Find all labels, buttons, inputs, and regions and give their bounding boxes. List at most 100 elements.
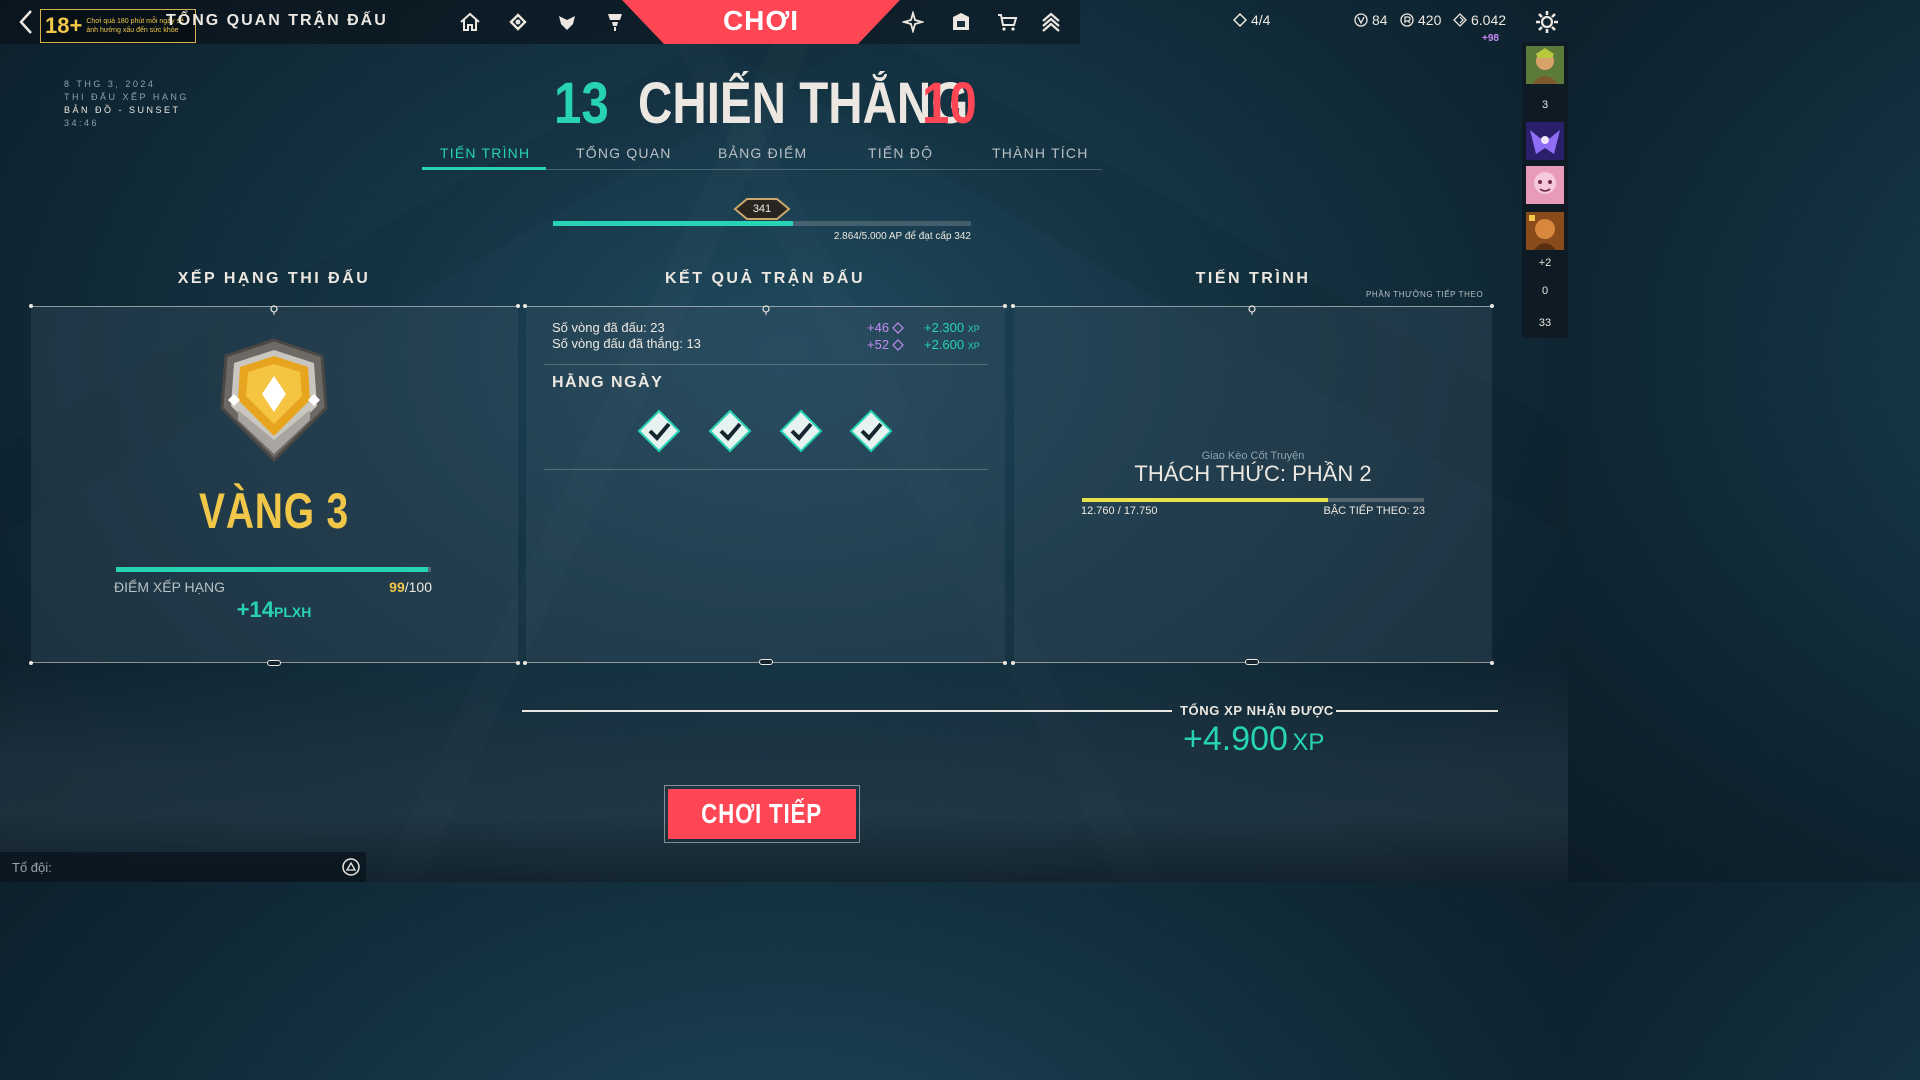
panel-corner-dot (29, 304, 33, 308)
tab-scoreboard[interactable]: BẢNG ĐIỂM (718, 145, 807, 161)
panel-handle (1245, 659, 1259, 665)
match-result: CHIẾN THẮNG (638, 71, 969, 136)
panel-corner-dot (1490, 661, 1494, 665)
rank-rating-gain-value: +14 (236, 597, 274, 622)
active-tab-underline (422, 167, 546, 170)
account-level-badge: 341 (733, 197, 791, 221)
party-count-1: 3 (1541, 99, 1549, 111)
radianite: 420 (1400, 12, 1441, 28)
party-avatar-1[interactable] (1526, 46, 1564, 84)
rank-tier: VÀNG 3 (199, 483, 349, 539)
daily-check-icon (637, 409, 681, 453)
panel-corner-dot (29, 661, 33, 665)
locker-icon[interactable] (950, 11, 972, 33)
daily-check-icon (779, 409, 823, 453)
party-avatar-3[interactable] (1526, 166, 1564, 204)
radianite-value: 420 (1418, 12, 1442, 28)
rank-rating-current: 99 (389, 579, 405, 595)
rounds-won-rp: +52 (867, 337, 904, 352)
account-level: 341 (752, 203, 772, 215)
party-more-count: +2 (1538, 257, 1552, 269)
divider (544, 469, 988, 470)
party-chat (0, 852, 366, 882)
chat-channel-icon[interactable] (341, 857, 361, 877)
party-chat-input[interactable] (0, 852, 336, 882)
party-avatar-2[interactable] (1526, 122, 1564, 160)
store-icon[interactable] (996, 11, 1018, 33)
battlepass-icon[interactable] (902, 11, 924, 33)
rank-rating-max: /100 (404, 579, 432, 595)
panel-corner-dot (1011, 661, 1015, 665)
bonus-points: +98 (1482, 33, 1499, 44)
panel-corner-dot (523, 661, 527, 665)
party-count-3: 33 (1538, 317, 1552, 329)
daily-check-icon (708, 409, 752, 453)
total-xp-rule (522, 710, 1172, 712)
total-xp-rule (1336, 710, 1498, 712)
rounds-played-xp-unit: XP (967, 324, 980, 334)
panel-corner-dot (523, 304, 527, 308)
next-tier: BẬC TIẾP THEO: 23 (1323, 505, 1426, 517)
rounds-won-xp-value: +2.600 (924, 337, 965, 352)
contract-name: THÁCH THỨC: PHẦN 2 (1134, 461, 1372, 486)
valorant-points-icon (1354, 13, 1368, 27)
play-label: CHƠI (722, 5, 800, 36)
tab-achievements[interactable]: THÀNH TÍCH (992, 145, 1089, 161)
rank-icon[interactable] (1040, 11, 1062, 33)
rank-rating-label: ĐIỂM XẾP HẠNG (114, 579, 225, 595)
top-bar: 18+ Chơi quá 180 phút mỗi ngày sẽ ảnh hư… (0, 0, 1568, 44)
rank-rating-bar (116, 567, 431, 572)
kingdom-points-icon (1453, 13, 1467, 27)
match-date: 8 THG 3, 2024 (64, 79, 156, 89)
rounds-played-rp-value: +46 (867, 320, 890, 335)
kingdom-credits: 4/4 (1233, 12, 1270, 28)
rank-rating-gain: +14PLXH (0, 597, 548, 623)
pin-icon (762, 305, 770, 315)
career-icon[interactable] (507, 11, 529, 33)
party-count-2: 0 (1541, 285, 1549, 297)
panel-corner-dot (1490, 304, 1494, 308)
tab-timeline[interactable]: TIẾN ĐỘ (868, 145, 933, 161)
panel-corner-dot (1003, 304, 1007, 308)
daily-title: HẰNG NGÀY (552, 374, 664, 391)
settings-gear-icon[interactable] (1534, 9, 1560, 35)
panel-handle (267, 660, 281, 666)
valorant-points: 84 (1354, 12, 1388, 28)
tab-progress[interactable]: TIẾN TRÌNH (440, 145, 530, 161)
continue-button[interactable]: CHƠI TIẾP (664, 785, 860, 843)
back-arrow-icon[interactable] (14, 8, 38, 36)
panel-corner-dot (1011, 304, 1015, 308)
panel-corner-dot (516, 304, 520, 308)
results-section-title: KẾT QUẢ TRẬN ĐẤU (665, 270, 865, 287)
contract-progress-fill (1082, 498, 1328, 502)
party-rail: 3 +2 0 33 (1522, 42, 1568, 338)
kingdom-points: 6.042 (1453, 12, 1506, 28)
match-mode: THI ĐẤU XẾP HẠNG (64, 92, 189, 102)
tab-overview[interactable]: TỔNG QUAN (576, 145, 672, 161)
rounds-won-label: Số vòng đấu đã thắng: 13 (552, 336, 701, 351)
account-level-text: 2.864/5.000 AP để đạt cấp 342 (833, 231, 971, 242)
kingdom-credits-value: 4/4 (1251, 12, 1271, 28)
next-reward-label: PHẦN THƯỞNG TIẾP THEO (1366, 290, 1484, 299)
total-xp-unit: XP (1292, 729, 1325, 756)
match-info: 8 THG 3, 2024 THI ĐẤU XẾP HẠNG BẢN ĐỒ - … (64, 78, 189, 130)
valorant-points-value: 84 (1372, 12, 1388, 28)
rounds-played-rp: +46 (867, 320, 904, 335)
agents-icon[interactable] (556, 11, 578, 33)
total-xp-value: +4.900 XP (1183, 720, 1324, 759)
play-tab[interactable]: CHƠI (622, 0, 900, 44)
rounds-played-label: Số vòng đã đấu: 23 (552, 320, 665, 335)
gold-rank-icon (220, 338, 328, 463)
rounds-won-rp-value: +52 (867, 337, 890, 352)
age-rating: 18+ (45, 13, 83, 38)
kingdom-credits-icon (1233, 13, 1247, 27)
panel-corner-dot (516, 661, 520, 665)
home-icon[interactable] (459, 11, 481, 33)
match-duration: 34:46 (64, 118, 100, 128)
contract-progress-bar (1082, 498, 1424, 502)
daily-check-icon (849, 409, 893, 453)
match-map: BẢN ĐỒ - SUNSET (64, 105, 181, 115)
total-xp-label: TỔNG XP NHẬN ĐƯỢC (1180, 703, 1334, 718)
party-avatar-4[interactable] (1526, 212, 1564, 250)
kingdom-points-value: 6.042 (1471, 12, 1507, 28)
